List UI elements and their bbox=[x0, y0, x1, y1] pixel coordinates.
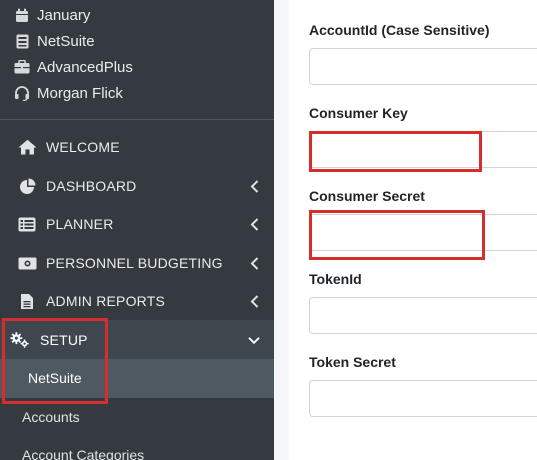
plan-info: AdvancedPlus bbox=[14, 57, 133, 77]
token-id-label: TokenId bbox=[309, 271, 362, 287]
chevron-left-icon bbox=[248, 216, 260, 232]
nav-setup[interactable]: SETUP bbox=[0, 320, 274, 360]
nav-admin-reports-label: ADMIN REPORTS bbox=[46, 293, 166, 309]
chart-pie-icon bbox=[17, 177, 37, 195]
nav-welcome[interactable]: WELCOME bbox=[0, 128, 274, 166]
nav-admin-reports[interactable]: ADMIN REPORTS bbox=[0, 282, 274, 320]
nav-personnel-budgeting[interactable]: PERSONNEL BUDGETING bbox=[0, 244, 274, 282]
setup-sub-netsuite[interactable]: NetSuite bbox=[28, 370, 82, 386]
nav-dashboard-label: DASHBOARD bbox=[46, 178, 137, 194]
calendar-icon bbox=[14, 7, 30, 23]
chevron-left-icon bbox=[248, 293, 260, 309]
period-label: January bbox=[37, 6, 91, 24]
setup-sub-accounts[interactable]: Accounts bbox=[22, 409, 80, 425]
money-bill-icon bbox=[17, 254, 37, 272]
nav-welcome-label: WELCOME bbox=[46, 139, 120, 155]
nav-setup-label: SETUP bbox=[40, 332, 88, 348]
chevron-left-icon bbox=[248, 255, 260, 271]
sidebar: January NetSuite AdvancedPlus Morgan Fli… bbox=[0, 0, 274, 460]
list-icon bbox=[17, 215, 37, 233]
user-info[interactable]: Morgan Flick bbox=[14, 83, 123, 103]
home-icon bbox=[17, 138, 37, 156]
consumer-secret-label: Consumer Secret bbox=[309, 188, 425, 204]
chevron-left-icon bbox=[248, 178, 260, 194]
company-info: NetSuite bbox=[14, 31, 95, 51]
file-icon bbox=[17, 292, 37, 310]
nav-dashboard[interactable]: DASHBOARD bbox=[0, 167, 274, 205]
headset-icon bbox=[14, 85, 30, 101]
sidebar-divider bbox=[0, 119, 274, 120]
server-icon bbox=[14, 33, 30, 49]
setup-sub-account-categories[interactable]: Account Categories bbox=[22, 447, 144, 460]
user-label: Morgan Flick bbox=[37, 84, 123, 102]
nav-planner-label: PLANNER bbox=[46, 216, 114, 232]
consumer-key-input[interactable] bbox=[309, 131, 537, 168]
consumer-secret-input[interactable] bbox=[309, 214, 537, 251]
token-id-input[interactable] bbox=[309, 297, 537, 334]
briefcase-icon bbox=[14, 59, 30, 75]
chevron-down-icon bbox=[248, 332, 260, 348]
account-id-label: AccountId (Case Sensitive) bbox=[309, 22, 490, 38]
token-secret-input[interactable] bbox=[309, 380, 537, 417]
nav-personnel-budgeting-label: PERSONNEL BUDGETING bbox=[46, 255, 223, 271]
consumer-key-label: Consumer Key bbox=[309, 105, 408, 121]
period-info: January bbox=[14, 5, 90, 25]
content-gutter bbox=[274, 0, 289, 460]
nav-planner[interactable]: PLANNER bbox=[0, 205, 274, 243]
token-secret-label: Token Secret bbox=[309, 354, 396, 370]
cogs-icon bbox=[10, 331, 30, 349]
company-label: NetSuite bbox=[37, 32, 95, 50]
plan-label: AdvancedPlus bbox=[37, 58, 133, 76]
account-id-input[interactable] bbox=[309, 48, 537, 85]
